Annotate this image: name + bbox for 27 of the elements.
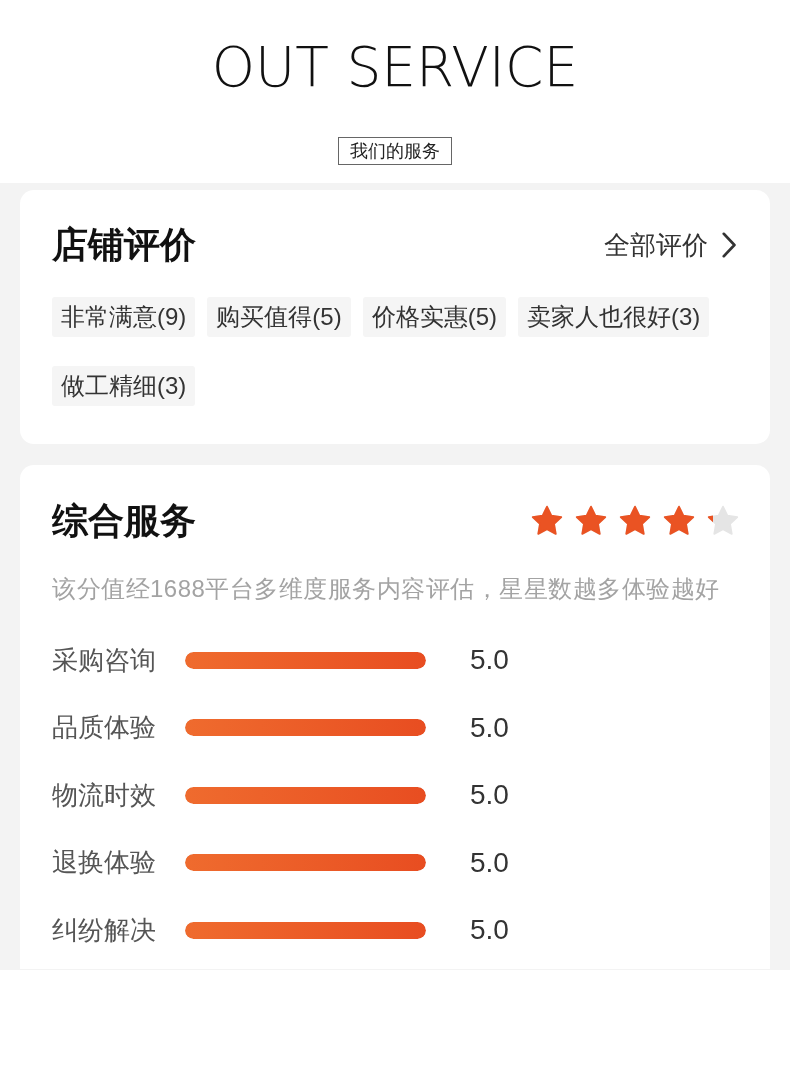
metric-score: 5.0 — [470, 913, 509, 947]
star-icon — [618, 504, 652, 538]
metric-label: 纠纷解决 — [52, 913, 157, 947]
metric-label: 品质体验 — [52, 711, 157, 744]
star-icon — [530, 504, 564, 538]
section-label: 我们的服务 — [338, 137, 452, 165]
metric-label: 物流时效 — [52, 778, 157, 812]
metric-score: 5.0 — [470, 778, 509, 812]
metric-score: 5.0 — [470, 643, 509, 677]
review-tag[interactable]: 价格实惠(5) — [362, 297, 507, 337]
review-tag[interactable]: 购买值得(5) — [207, 297, 351, 337]
card-heading: 店铺评价 — [52, 223, 196, 267]
rating-description: 该分值经1688平台多维度服务内容评估，星星数越多体验越好 — [52, 574, 721, 604]
all-reviews-link[interactable]: 全部评价 — [604, 225, 738, 265]
star-icon — [706, 504, 740, 538]
star-icon — [662, 504, 696, 538]
metric-label: 退换体验 — [52, 846, 157, 879]
metric-label: 采购咨询 — [52, 643, 157, 677]
page-title: OUT SERVICE — [211, 40, 579, 95]
chevron-right-icon — [722, 232, 738, 258]
review-tag[interactable]: 非常满意(9) — [52, 297, 196, 337]
metric-score: 5.0 — [470, 845, 509, 880]
review-tag[interactable]: 做工精细(3) — [52, 366, 196, 406]
card-heading: 综合服务 — [52, 499, 196, 543]
review-tag[interactable]: 卖家人也很好(3) — [518, 297, 710, 337]
star-icon — [574, 504, 608, 538]
metric-score: 5.0 — [470, 710, 509, 745]
